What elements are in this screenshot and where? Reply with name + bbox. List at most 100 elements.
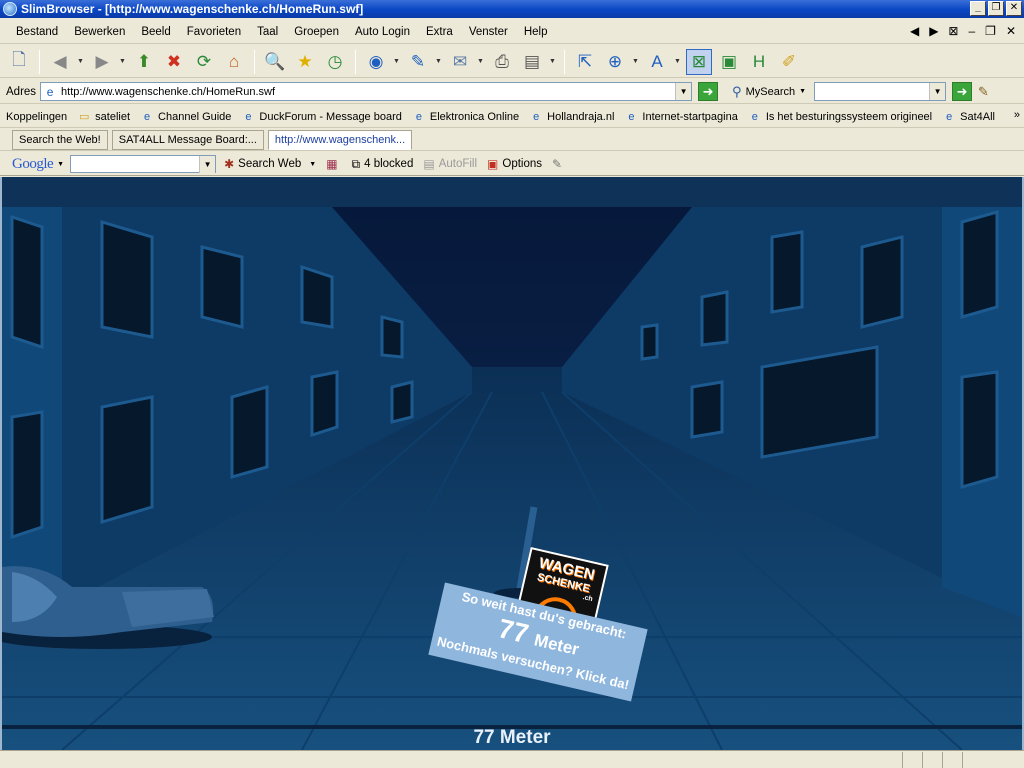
search-web-dropdown-icon[interactable]: ▼: [309, 161, 316, 168]
autofill-label[interactable]: AutoFill: [439, 158, 477, 170]
address-dropdown-icon[interactable]: ▼: [675, 83, 692, 100]
globe-icon[interactable]: ◉: [363, 49, 389, 75]
popup-filter-icon[interactable]: ⊠: [686, 48, 712, 75]
address-url[interactable]: http://www.wagenschenke.ch/HomeRun.swf: [61, 86, 275, 98]
back-dropdown-icon[interactable]: ▼: [77, 58, 85, 65]
menu-help[interactable]: Help: [516, 26, 556, 38]
link-label[interactable]: DuckForum - Message board: [259, 111, 401, 123]
print-dropdown-icon[interactable]: ▼: [549, 58, 557, 65]
google-toolbar: Google ▼ ▼ ✱ Search Web ▼ ▦ ⧉ 4 blocked ▤ Au…: [0, 153, 1024, 176]
forward-dropdown-icon[interactable]: ▼: [119, 58, 127, 65]
tab-next-icon[interactable]: ▶: [929, 24, 938, 38]
mysearch-history-dropdown-icon[interactable]: ▼: [929, 83, 946, 100]
search-web-label[interactable]: Search Web: [238, 158, 301, 170]
zoom-dropdown-icon[interactable]: ▼: [632, 58, 640, 65]
news-button[interactable]: ▦: [326, 157, 341, 171]
google-search-input[interactable]: ▼: [70, 155, 217, 173]
print-preview-icon[interactable]: ▤: [519, 49, 545, 75]
stop-icon[interactable]: ✖: [161, 49, 187, 75]
address-input[interactable]: e http://www.wagenschenke.ch/HomeRun.swf…: [40, 82, 693, 101]
menu-favorieten[interactable]: Favorieten: [179, 26, 249, 38]
autofill-button[interactable]: ▤ AutoFill: [423, 157, 477, 171]
google-search-dropdown-icon[interactable]: ▼: [199, 156, 216, 173]
menu-venster[interactable]: Venster: [461, 26, 516, 38]
google-logo[interactable]: Google: [12, 156, 54, 173]
google-logo-text[interactable]: Google: [12, 156, 54, 172]
search-icon[interactable]: 🔍: [262, 49, 288, 75]
menu-extra[interactable]: Extra: [418, 26, 461, 38]
menu-bestand[interactable]: Bestand: [8, 26, 66, 38]
link-label[interactable]: sateliet: [95, 111, 130, 123]
mysearch-icon[interactable]: ⚲: [732, 84, 742, 100]
tab-wagenschenke[interactable]: http://www.wagenschenk...: [267, 130, 413, 150]
window-tile-icon[interactable]: ▣: [716, 49, 742, 75]
link-internet-startpagina[interactable]: e Internet-startpagina: [624, 110, 737, 124]
refresh-icon[interactable]: ⟳: [191, 49, 217, 75]
tab-sat4all[interactable]: SAT4ALL Message Board:...: [111, 130, 264, 150]
html-source-icon[interactable]: H: [746, 49, 772, 75]
tabs-bar: Search the Web! SAT4ALL Message Board:..…: [0, 129, 1024, 151]
popup-blocker-button[interactable]: ⧉ 4 blocked: [352, 157, 414, 172]
popup-blocked-label[interactable]: 4 blocked: [364, 158, 413, 170]
resize-window-icon[interactable]: ⇱: [572, 49, 598, 75]
mdi-close-icon[interactable]: ✕: [1006, 24, 1016, 38]
link-label[interactable]: Channel Guide: [158, 111, 231, 123]
mail-icon[interactable]: ✉: [447, 49, 473, 75]
link-label[interactable]: Sat4All: [960, 111, 995, 123]
mysearch-dropdown-icon[interactable]: ▼: [799, 88, 806, 95]
options-button[interactable]: ▣ Options: [487, 157, 542, 171]
mail-dropdown-icon[interactable]: ▼: [477, 58, 485, 65]
favorites-icon[interactable]: ★: [292, 49, 318, 75]
link-besturingssysteem[interactable]: e Is het besturingssysteem origineel: [748, 110, 932, 124]
google-menu-dropdown-icon[interactable]: ▼: [57, 161, 64, 168]
link-sat4all[interactable]: e Sat4All: [942, 110, 995, 124]
folder-edit-icon[interactable]: ✐: [776, 49, 802, 75]
menu-beeld[interactable]: Beeld: [133, 26, 178, 38]
new-page-icon[interactable]: 🗋: [6, 49, 32, 75]
up-icon[interactable]: ⬆: [131, 49, 157, 75]
print-icon[interactable]: ⎙: [489, 49, 515, 75]
link-elektronica-online[interactable]: e Elektronica Online: [412, 110, 519, 124]
link-label[interactable]: Hollandraja.nl: [547, 111, 614, 123]
font-dropdown-icon[interactable]: ▼: [674, 58, 682, 65]
maximize-button[interactable]: ❐: [988, 1, 1004, 16]
mdi-minimize-icon[interactable]: –: [968, 24, 975, 38]
tab-close-all-icon[interactable]: ⊠: [948, 24, 958, 38]
mysearch-label[interactable]: MySearch: [746, 86, 796, 98]
globe-dropdown-icon[interactable]: ▼: [393, 58, 401, 65]
menu-taal[interactable]: Taal: [249, 26, 286, 38]
menu-groepen[interactable]: Groepen: [286, 26, 347, 38]
go-button[interactable]: ➜: [698, 82, 719, 101]
link-sateliet[interactable]: ▭ sateliet: [77, 110, 130, 124]
link-duckforum[interactable]: e DuckForum - Message board: [241, 110, 402, 124]
home-icon[interactable]: ⌂: [221, 49, 247, 75]
link-label[interactable]: Internet-startpagina: [642, 111, 737, 123]
flash-game-area[interactable]: WAGEN SCHENKE .ch So weit hast du's gebr…: [0, 177, 1024, 750]
highlight-button[interactable]: ✎: [552, 157, 566, 171]
menu-bewerken[interactable]: Bewerken: [66, 26, 133, 38]
search-web-button[interactable]: ✱ Search Web ▼: [224, 157, 316, 171]
edit-icon[interactable]: ✎: [405, 49, 431, 75]
forward-icon[interactable]: ▶: [89, 49, 115, 75]
options-label[interactable]: Options: [502, 158, 542, 170]
edit-dropdown-icon[interactable]: ▼: [435, 58, 443, 65]
close-button[interactable]: ✕: [1006, 1, 1022, 16]
tab-search-the-web[interactable]: Search the Web!: [12, 130, 108, 150]
back-icon[interactable]: ◀: [47, 49, 73, 75]
mdi-restore-icon[interactable]: ❐: [985, 24, 996, 38]
font-size-icon[interactable]: A: [644, 49, 670, 75]
link-label[interactable]: Elektronica Online: [430, 111, 519, 123]
tab-prev-icon[interactable]: ◀: [910, 24, 919, 38]
highlight-pen-icon[interactable]: ✎: [978, 84, 989, 100]
history-icon[interactable]: ◷: [322, 49, 348, 75]
zoom-icon[interactable]: ⊕: [602, 49, 628, 75]
link-hollandraja[interactable]: e Hollandraja.nl: [529, 110, 614, 124]
mysearch-input[interactable]: ▼: [814, 82, 947, 101]
links-more-button[interactable]: »: [1014, 109, 1020, 121]
minimize-button[interactable]: _: [970, 1, 986, 16]
sign-score-unit: Meter: [532, 630, 581, 660]
mysearch-go-button[interactable]: ➜: [952, 82, 973, 101]
link-channel-guide[interactable]: e Channel Guide: [140, 110, 231, 124]
menu-auto-login[interactable]: Auto Login: [347, 26, 418, 38]
link-label[interactable]: Is het besturingssysteem origineel: [766, 111, 932, 123]
